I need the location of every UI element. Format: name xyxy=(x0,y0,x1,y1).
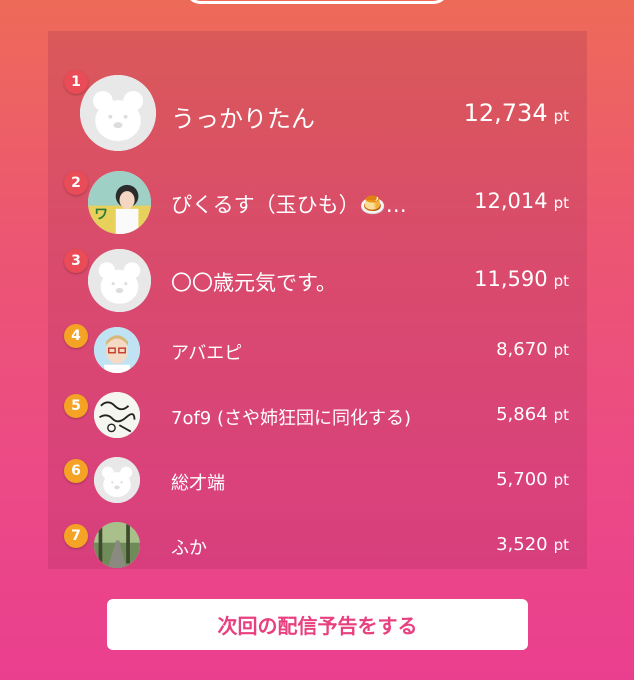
ranking-row-7[interactable]: 7 ふか 3,520 pt xyxy=(48,522,587,568)
score-value: 12,734 pt xyxy=(463,99,569,127)
bear-avatar-icon xyxy=(94,457,140,503)
ranking-row-3[interactable]: 3 〇〇歳元気です。 11,590 pt xyxy=(48,249,587,313)
ranking-row-6[interactable]: 6 総才端 5,700 pt xyxy=(48,457,587,503)
top-partial-button[interactable] xyxy=(184,0,450,4)
illustration-avatar-icon xyxy=(94,327,140,373)
ranking-list: 1 うっかりたん 12,734 pt ワ 2 ぴくるす（玉ひも）🍮… 12,014… xyxy=(48,31,587,569)
score-value: 5,700 pt xyxy=(496,469,569,490)
user-name: うっかりたん xyxy=(171,105,315,133)
ranking-row-5[interactable]: 5 7of9 (さや姉狂団に同化する) 5,864 pt xyxy=(48,392,587,438)
score-value: 12,014 pt xyxy=(474,189,569,213)
ranking-row-2[interactable]: ワ 2 ぴくるす（玉ひも）🍮… 12,014 pt xyxy=(48,171,587,235)
score-value: 5,864 pt xyxy=(496,404,569,425)
photo-avatar-icon: ワ xyxy=(88,171,151,234)
bear-avatar-icon xyxy=(80,75,156,151)
ranking-row-1[interactable]: 1 うっかりたん 12,734 pt xyxy=(48,70,587,151)
svg-text:ワ: ワ xyxy=(94,206,108,222)
user-name: 総才端 xyxy=(171,473,225,494)
nature-photo-avatar-icon xyxy=(94,522,140,568)
handwriting-avatar-icon xyxy=(94,392,140,438)
user-name: 7of9 (さや姉狂団に同化する) xyxy=(171,408,412,429)
user-name: アバエピ xyxy=(171,343,243,364)
score-value: 3,520 pt xyxy=(496,534,569,555)
rank-badge: 4 xyxy=(64,324,88,348)
rank-badge: 2 xyxy=(64,171,88,195)
score-value: 11,590 pt xyxy=(474,267,569,291)
rank-badge: 1 xyxy=(64,70,88,94)
ranking-row-4[interactable]: 4 アバエピ 8,670 pt xyxy=(48,324,587,373)
rank-badge: 5 xyxy=(64,394,88,418)
rank-badge: 7 xyxy=(64,524,88,548)
user-name: 〇〇歳元気です。 xyxy=(171,271,337,295)
schedule-announcement-button[interactable]: 次回の配信予告をする xyxy=(107,599,528,650)
rank-badge: 3 xyxy=(64,249,88,273)
score-value: 8,670 pt xyxy=(496,339,569,360)
bear-avatar-icon xyxy=(88,249,151,312)
user-name: ぴくるす（玉ひも）🍮… xyxy=(171,193,407,217)
rank-badge: 6 xyxy=(64,459,88,483)
user-name: ふか xyxy=(171,538,207,559)
